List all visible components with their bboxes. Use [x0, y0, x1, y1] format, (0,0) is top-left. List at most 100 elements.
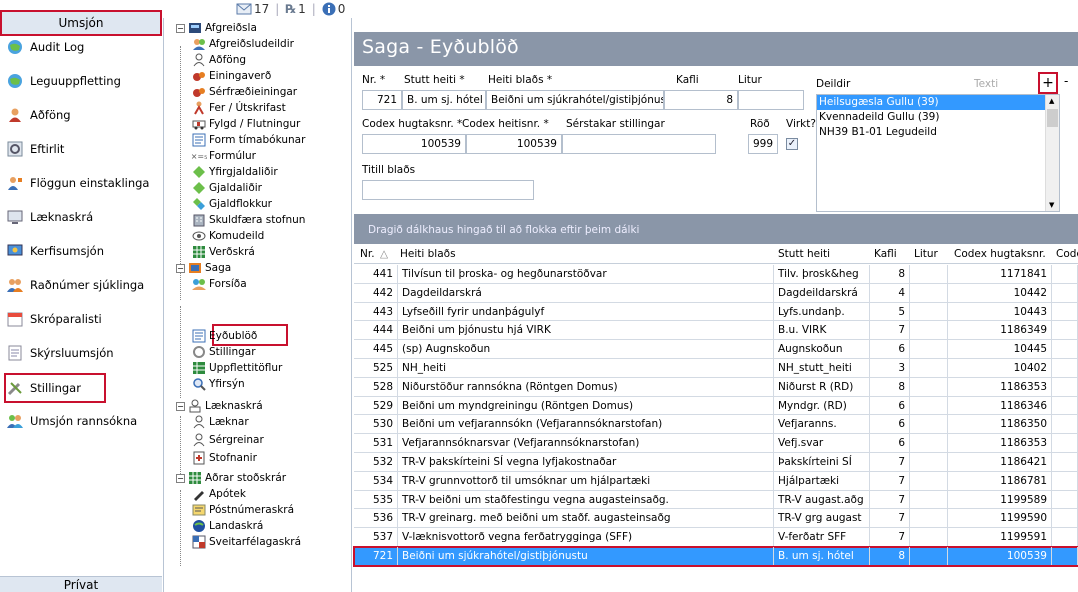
nav-item-radnumer[interactable]: Raðnúmer sjúklinga [6, 272, 144, 298]
tree-item[interactable]: Sérfræðieiningar [192, 84, 297, 100]
nav-item-stillingar[interactable]: Stillingar [6, 375, 81, 401]
tree-item[interactable]: Fer / Útskrifast [192, 100, 286, 116]
tree-item[interactable]: Afgreiðsludeildir [192, 36, 294, 52]
cell-litur [910, 547, 948, 565]
nav-item-kerfisumsjon[interactable]: Kerfisumsjón [6, 238, 104, 264]
tree-group-adrar-stodskrar[interactable]: − Aðrar stoðskrár [176, 470, 286, 486]
remove-department-button[interactable]: - [1064, 74, 1068, 88]
table-row[interactable]: 537 V-læknisvottorð vegna ferðatrygginga … [354, 528, 1078, 547]
tree-item[interactable]: Læknar [192, 414, 249, 430]
table-row[interactable]: 534 TR-V grunnvottorð til umsóknar um hjá… [354, 471, 1078, 491]
tree-item[interactable]: Form tímabókunar [192, 132, 305, 148]
collapse-toggle[interactable]: − [176, 473, 185, 483]
info-counter[interactable]: 0 [322, 2, 345, 16]
nav-item-leguuppfletting[interactable]: Leguuppfletting [6, 68, 121, 94]
table-row[interactable]: 443 Lyfseðill fyrir undanþágulyf Lyfs.unda… [354, 302, 1078, 322]
table-row[interactable]: 530 Beiðni um vefjarannsókn (Vefjarannsók… [354, 415, 1078, 435]
rod-input[interactable]: 999 [748, 134, 778, 154]
rx-counter[interactable]: ℞ 1 [285, 2, 305, 16]
nav-item-floggun[interactable]: Flöggun einstaklinga [6, 170, 149, 196]
table-row[interactable]: 531 Vefjarannsóknarsvar (Vefjarannsóknars… [354, 434, 1078, 453]
nav-item-eftirlit[interactable]: Eftirlit [6, 136, 64, 162]
tree-item[interactable]: Stofnanir [192, 450, 257, 466]
tree-item[interactable]: Skuldfæra stofnun [192, 212, 305, 228]
deildir-item[interactable]: Kvennadeild Gullu (39) [817, 110, 1059, 125]
table-row[interactable]: 441 Tilvísun til þroska- og hegðunarstöðv… [354, 265, 1078, 284]
col-header-code[interactable]: Code [1056, 248, 1078, 260]
heiti-blads-input[interactable]: Beiðni um sjúkrahótel/gistiþjónus [486, 90, 664, 110]
table-row[interactable]: 444 Beiðni um þjónustu hjá VIRK B.u. VIRK 7… [354, 321, 1078, 341]
col-header-heiti[interactable]: Heiti blaðs [400, 248, 456, 260]
codex-heitisnr-input[interactable]: 100539 [466, 134, 562, 154]
table-row[interactable]: 535 TR-V beiðni um staðfestingu vegna aug… [354, 490, 1078, 510]
scroll-up-icon[interactable]: ▲ [1049, 97, 1054, 105]
mail-counter[interactable]: 17 [236, 2, 269, 16]
table-row[interactable]: 529 Beiðni um myndgreiningu (Röntgen Domu… [354, 396, 1078, 416]
col-header-nr[interactable]: Nr. [360, 248, 375, 260]
tree-item[interactable]: Sveitarfélagaskrá [192, 534, 301, 550]
add-department-button[interactable]: + [1038, 72, 1058, 94]
tree-item[interactable]: Aðföng [192, 52, 246, 68]
umsjon-button[interactable]: Umsjón [0, 10, 162, 36]
tree-group-afgreidsla[interactable]: − Afgreiðsla [176, 20, 257, 36]
tree-item[interactable]: Fylgd / Flutningur [192, 116, 300, 132]
table-row[interactable]: 532 TR-V þakskírteini SÍ vegna lyfjakostn… [354, 453, 1078, 472]
table-row[interactable]: 525 NH_heiti NH_stutt_heiti 3 10402 [354, 359, 1078, 378]
tree-item[interactable]: Uppflettitöflur [192, 360, 282, 376]
scroll-thumb[interactable] [1047, 109, 1058, 127]
virkt-checkbox[interactable]: ✓ [786, 138, 798, 150]
col-header-codex[interactable]: Codex hugtaksnr. [954, 248, 1046, 260]
tree-item[interactable]: Einingaverð [192, 68, 271, 84]
privat-button[interactable]: Prívat [0, 576, 162, 592]
col-header-stutt-heiti[interactable]: Stutt heiti [778, 248, 830, 260]
deildir-item[interactable]: NH39 B1-01 Legudeild [817, 125, 1059, 140]
col-header-kafli[interactable]: Kafli [874, 248, 897, 260]
tree-item-eydublod[interactable]: Eyðublöð [192, 328, 257, 344]
table-row[interactable]: 442 Dagdeildarskrá Dagdeildarskrá 4 10442 [354, 283, 1078, 303]
tree-item[interactable]: Verðskrá [192, 244, 255, 260]
tree-label: Sveitarfélagaskrá [209, 536, 302, 548]
tree-item[interactable]: Gjaldaliðir [192, 180, 262, 196]
tree-item[interactable]: ×=₅ Formúlur [191, 148, 256, 164]
deildir-list[interactable]: Heilsugæsla Gullu (39) Kvennadeild Gullu… [816, 94, 1060, 212]
codex-hugtaksnr-input[interactable]: 100539 [362, 134, 466, 154]
tree-item[interactable]: Forsíða [192, 276, 247, 292]
collapse-toggle[interactable]: − [176, 263, 185, 273]
tree-item[interactable]: Sérgreinar [192, 432, 264, 448]
kafli-input[interactable]: 8 [664, 90, 738, 110]
collapse-toggle[interactable]: − [176, 23, 185, 33]
deildir-item[interactable]: Heilsugæsla Gullu (39) [817, 95, 1059, 110]
deildir-scrollbar[interactable]: ▲ ▼ [1045, 95, 1059, 211]
tree-item[interactable]: Yfirsýn [192, 376, 245, 392]
tree-item[interactable]: Stillingar [192, 344, 256, 360]
nav-item-laeknaskra[interactable]: Læknaskrá [6, 204, 93, 230]
nav-item-skyrsluumsjon[interactable]: Skýrsluumsjón [6, 340, 114, 366]
tree-item[interactable]: Gjaldflokkur [192, 196, 272, 212]
nav-item-umsjon-rannsokna[interactable]: Umsjón rannsókna [6, 408, 137, 434]
tree-item[interactable]: Apótek [192, 486, 246, 502]
tree-label: Eyðublöð [209, 330, 258, 342]
serstakar-input[interactable] [562, 134, 716, 154]
codex-heitisnr-label: Codex heitisnr. * [462, 118, 549, 130]
separator: | [311, 2, 316, 16]
tree-item[interactable]: Komudeild [192, 228, 264, 244]
litur-input[interactable] [738, 90, 804, 110]
table-row[interactable]: 536 TR-V greinarg. með beiðni um staðf. a… [354, 509, 1078, 529]
nav-item-audit-log[interactable]: Audit Log [6, 34, 84, 60]
collapse-toggle[interactable]: − [176, 401, 185, 411]
tree-item[interactable]: Yfirgjaldaliðir [192, 164, 278, 180]
table-row[interactable]: 528 Niðurstöður rannsókna (Röntgen Domus)… [354, 377, 1078, 397]
scroll-down-icon[interactable]: ▼ [1049, 201, 1054, 209]
tree-item[interactable]: Póstnúmeraskrá [192, 502, 294, 518]
titill-input[interactable] [362, 180, 534, 200]
tree-item[interactable]: Landaskrá [192, 518, 263, 534]
nr-input[interactable]: 721 [362, 90, 402, 110]
tree-group-laeknaskra[interactable]: − Læknaskrá [176, 398, 263, 414]
table-row[interactable]: 445 (sp) Augnskoðun Augnskoðun 6 10445 [354, 340, 1078, 359]
tree-group-saga[interactable]: − Saga [176, 260, 231, 276]
nav-item-adfong[interactable]: Aðföng [6, 102, 71, 128]
col-header-litur[interactable]: Litur [914, 248, 938, 260]
nav-item-skroparalisti[interactable]: Skróparalisti [6, 306, 102, 332]
table-row[interactable]: 721 Beiðni um sjúkrahótel/gistiþjónustu B.… [353, 546, 1078, 567]
stutt-heiti-input[interactable]: B. um sj. hótel [402, 90, 486, 110]
